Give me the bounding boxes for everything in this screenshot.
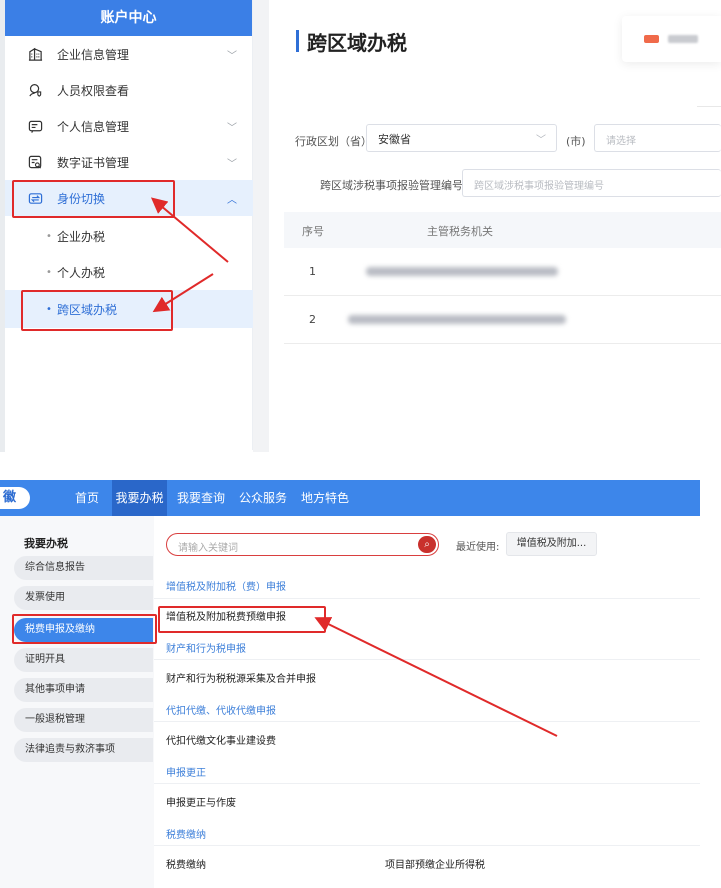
- annotation-arrows: [314, 617, 558, 737]
- annotation-arrow: [314, 617, 558, 737]
- annotation-arrow: [150, 197, 229, 263]
- top-screenshot: 账户中心 企业信息管理 ﹀ 人员权限查看 个人信息管理 ﹀ 数字证书管理 ﹀ 身…: [0, 0, 721, 452]
- bottom-screenshot: 徽 首页 我要办税 我要查询 公众服务 地方特色 我要办税 综合信息报告 发票使…: [0, 480, 700, 888]
- annotation-arrow: [152, 273, 214, 313]
- annotation-arrows: [150, 197, 229, 313]
